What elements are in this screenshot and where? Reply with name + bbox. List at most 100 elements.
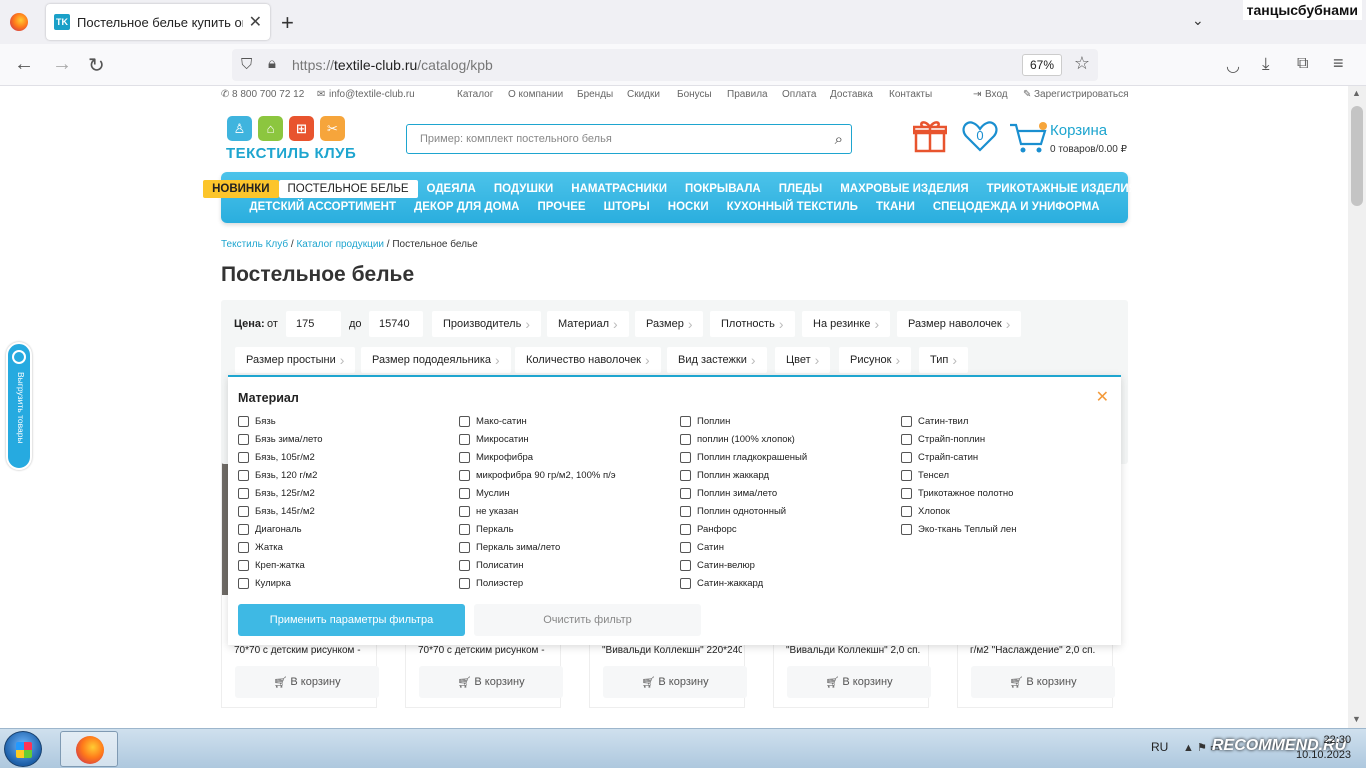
top-link-bonuses[interactable]: Бонусы <box>677 89 712 100</box>
material-checkbox[interactable] <box>680 506 691 517</box>
material-checkbox[interactable] <box>459 578 470 589</box>
material-option[interactable]: Сатин-велюр <box>680 560 755 571</box>
product-name[interactable]: 70*70 с детским рисунком - <box>234 645 374 656</box>
material-option[interactable]: Мако-сатин <box>459 416 527 427</box>
menu-item-kitchen[interactable]: КУХОННЫЙ ТЕКСТИЛЬ <box>718 198 867 216</box>
menu-item-bedspreads[interactable]: ПОКРЫВАЛА <box>676 180 770 198</box>
menu-item-workwear[interactable]: СПЕЦОДЕЖДА И УНИФОРМА <box>924 198 1109 216</box>
material-option[interactable]: Трикотажное полотно <box>901 488 1013 499</box>
url-bar[interactable]: ⛉ 🔒︎ https://textile-club.ru/catalog/kpb… <box>232 49 1098 81</box>
material-option[interactable]: Полиэстер <box>459 578 523 589</box>
search-input[interactable]: Пример: комплект постельного белья ⌕ <box>406 124 852 154</box>
material-option[interactable]: Бязь зима/лето <box>238 434 322 445</box>
filter-fastener[interactable]: Вид застежки › <box>667 347 767 373</box>
back-icon[interactable]: ← <box>14 53 34 76</box>
taskbar-firefox-button[interactable] <box>60 731 118 767</box>
top-link-payment[interactable]: Оплата <box>782 89 816 100</box>
material-option[interactable]: Сатин-твил <box>901 416 968 427</box>
material-option[interactable]: Бязь, 145г/м2 <box>238 506 315 517</box>
material-checkbox[interactable] <box>680 542 691 553</box>
filter-sheet-size[interactable]: Размер простыни › <box>235 347 356 373</box>
material-option[interactable]: Перкаль <box>459 524 514 535</box>
logo-icons[interactable]: ♙ ⌂ ⊞ ✂ <box>227 116 345 141</box>
forward-icon[interactable]: → <box>52 53 72 76</box>
material-option[interactable]: Кулирка <box>238 578 291 589</box>
material-checkbox[interactable] <box>901 416 912 427</box>
material-checkbox[interactable] <box>901 434 912 445</box>
extensions-icon[interactable]: ⧉ <box>1297 55 1308 73</box>
filter-duvet-size[interactable]: Размер пододеяльника › <box>361 347 511 373</box>
scroll-up-arrow-icon[interactable]: ▲ <box>1352 88 1361 98</box>
add-to-cart-button[interactable]: 🛒︎ В корзину <box>603 666 747 698</box>
material-checkbox[interactable] <box>459 506 470 517</box>
material-option[interactable]: Микрофибра <box>459 452 533 463</box>
add-to-cart-button[interactable]: 🛒︎ В корзину <box>971 666 1115 698</box>
export-products-tab[interactable]: Выгрузить товары <box>6 342 32 470</box>
menu-item-plaids[interactable]: ПЛЕДЫ <box>770 180 831 198</box>
product-name[interactable]: 70*70 с детским рисунком - <box>418 645 558 656</box>
clock[interactable]: 22:30 10.10.2023 <box>1296 733 1351 763</box>
material-checkbox[interactable] <box>238 416 249 427</box>
material-checkbox[interactable] <box>459 434 470 445</box>
add-to-cart-button[interactable]: 🛒︎ В корзину <box>419 666 563 698</box>
menu-item-other[interactable]: ПРОЧЕЕ <box>528 198 594 216</box>
material-option[interactable]: Поплин гладкокрашеный <box>680 452 807 463</box>
add-to-cart-button[interactable]: 🛒︎ В корзину <box>235 666 379 698</box>
breadcrumb-home[interactable]: Текстиль Клуб <box>221 239 288 250</box>
product-name[interactable]: г/м2 "Наслаждение" 2,0 сп. <box>970 645 1110 656</box>
material-checkbox[interactable] <box>680 452 691 463</box>
material-option[interactable]: Поплин зима/лето <box>680 488 777 499</box>
lock-icon[interactable]: 🔒︎ <box>268 55 276 72</box>
menu-item-socks[interactable]: НОСКИ <box>659 198 718 216</box>
list-tabs-chevron-icon[interactable]: ⌄ <box>1192 12 1204 29</box>
top-link-delivery[interactable]: Доставка <box>830 89 873 100</box>
material-option[interactable]: Страйп-сатин <box>901 452 978 463</box>
scroll-thumb[interactable] <box>1351 106 1363 206</box>
filter-manufacturer[interactable]: Производитель › <box>432 311 541 337</box>
breadcrumb-catalog[interactable]: Каталог продукции <box>296 239 384 250</box>
menu-item-kids[interactable]: ДЕТСКИЙ АССОРТИМЕНТ <box>240 198 405 216</box>
material-checkbox[interactable] <box>680 524 691 535</box>
bookmark-star-icon[interactable]: ☆ <box>1074 53 1090 74</box>
clear-filter-button[interactable]: Очистить фильтр <box>474 604 701 636</box>
tracking-shield-icon[interactable]: ⛉ <box>241 56 252 73</box>
filter-pattern[interactable]: Рисунок › <box>839 347 912 373</box>
material-checkbox[interactable] <box>238 506 249 517</box>
product-name[interactable]: "Вивальди Коллекшн" 220*240 <box>602 645 742 656</box>
material-option[interactable]: Диагональ <box>238 524 302 535</box>
material-checkbox[interactable] <box>680 434 691 445</box>
phone-link[interactable]: 8 800 700 72 12 <box>232 89 304 100</box>
material-option[interactable]: Бязь, 125г/м2 <box>238 488 315 499</box>
top-link-discounts[interactable]: Скидки <box>627 89 660 100</box>
search-icon[interactable]: ⌕ <box>835 131 843 148</box>
material-option[interactable]: Страйп-поплин <box>901 434 985 445</box>
material-option[interactable]: микрофибра 90 гр/м2, 100% п/э <box>459 470 616 481</box>
material-option[interactable]: Микросатин <box>459 434 529 445</box>
material-checkbox[interactable] <box>459 524 470 535</box>
material-checkbox[interactable] <box>901 488 912 499</box>
material-checkbox[interactable] <box>680 470 691 481</box>
material-checkbox[interactable] <box>238 452 249 463</box>
login-link[interactable]: Вход <box>985 89 1008 100</box>
language-indicator[interactable]: RU <box>1151 740 1168 754</box>
material-checkbox[interactable] <box>238 560 249 571</box>
material-option[interactable]: Бязь, 120 г/м2 <box>238 470 317 481</box>
top-link-about[interactable]: О компании <box>508 89 563 100</box>
material-option[interactable]: не указан <box>459 506 518 517</box>
material-option[interactable]: Сатин <box>680 542 724 553</box>
material-option[interactable]: Муслин <box>459 488 510 499</box>
material-checkbox[interactable] <box>238 434 249 445</box>
apply-filter-button[interactable]: Применить параметры фильтра <box>238 604 465 636</box>
filter-type[interactable]: Тип › <box>919 347 969 373</box>
downloads-icon[interactable]: ⤓ <box>1262 54 1270 74</box>
menu-item-fabrics[interactable]: ТКАНИ <box>867 198 924 216</box>
material-checkbox[interactable] <box>238 470 249 481</box>
material-option[interactable]: Хлопок <box>901 506 950 517</box>
start-button[interactable] <box>4 731 42 767</box>
filter-size[interactable]: Размер › <box>635 311 704 337</box>
hamburger-menu-icon[interactable]: ≡ <box>1333 53 1344 74</box>
material-checkbox[interactable] <box>901 452 912 463</box>
menu-item-terry[interactable]: МАХРОВЫЕ ИЗДЕЛИЯ <box>831 180 977 198</box>
register-link[interactable]: Зарегистрироваться <box>1034 89 1129 100</box>
logo-text[interactable]: ТЕКСТИЛЬ КЛУБ <box>226 145 356 162</box>
